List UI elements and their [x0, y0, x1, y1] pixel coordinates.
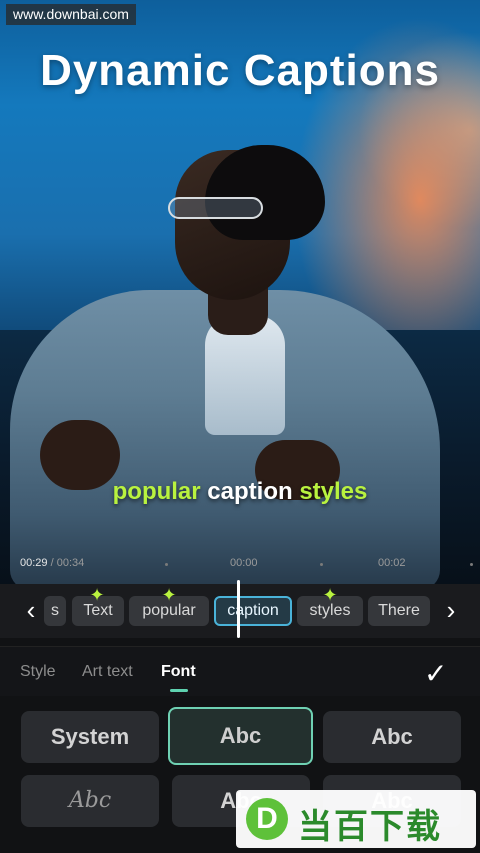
person-glasses	[168, 197, 263, 219]
playback-time: 00:29 / 00:34	[20, 557, 84, 569]
sparkle-icon: ✦	[322, 585, 338, 605]
ruler-dot	[165, 563, 168, 566]
caption-chip-label: caption	[227, 602, 279, 619]
person-hair	[205, 145, 325, 240]
caption-chip-label: There	[378, 602, 420, 619]
font-card-script[interactable]: Abc	[21, 775, 159, 827]
font-card-system[interactable]: System	[21, 711, 159, 763]
caption-word-caption: caption	[207, 478, 293, 505]
tab-font[interactable]: Font	[161, 663, 196, 681]
caption-word-popular: popular	[112, 478, 201, 505]
caption-overlay[interactable]: popular caption styles	[0, 478, 480, 506]
chevron-right-icon[interactable]: ›	[436, 596, 466, 626]
font-card[interactable]: Abc	[323, 711, 461, 763]
site-logo: D 当百下载	[236, 790, 476, 848]
time-separator: /	[47, 557, 57, 569]
active-tab-indicator	[170, 689, 188, 692]
tab-style[interactable]: Style	[20, 663, 56, 681]
ruler-mark-2: 00:02	[378, 557, 406, 569]
site-logo-badge: D	[246, 798, 288, 840]
current-time: 00:29	[20, 557, 48, 569]
ruler-dot	[320, 563, 323, 566]
font-card-selected[interactable]: Abc	[168, 707, 313, 765]
chevron-left-icon[interactable]: ‹	[16, 596, 46, 626]
check-icon[interactable]: ✓	[424, 657, 447, 690]
caption-word-styles: styles	[299, 478, 368, 505]
editor-tabs: Style Art text Font ✓	[0, 646, 480, 696]
caption-strip[interactable]: ‹ s Text ✦ popular ✦ caption styles ✦ Th…	[0, 584, 480, 638]
ruler-dot	[470, 563, 473, 566]
caption-chip[interactable]: s	[44, 596, 66, 626]
sparkle-icon: ✦	[89, 585, 105, 605]
tab-art-text[interactable]: Art text	[82, 663, 133, 681]
total-time: 00:34	[56, 557, 85, 569]
ruler-mark-0: 00:00	[230, 557, 258, 569]
promo-headline: Dynamic Captions	[40, 46, 440, 95]
caption-chip[interactable]: There	[368, 596, 430, 626]
sparkle-icon: ✦	[161, 585, 177, 605]
caption-chip-active[interactable]: caption	[214, 596, 292, 626]
timeline-ruler: 00:29 / 00:34 00:00 00:02	[0, 555, 480, 573]
site-logo-text: 当百下载	[298, 808, 442, 846]
site-watermark: www.downbai.com	[6, 4, 136, 25]
playhead[interactable]	[237, 580, 240, 638]
